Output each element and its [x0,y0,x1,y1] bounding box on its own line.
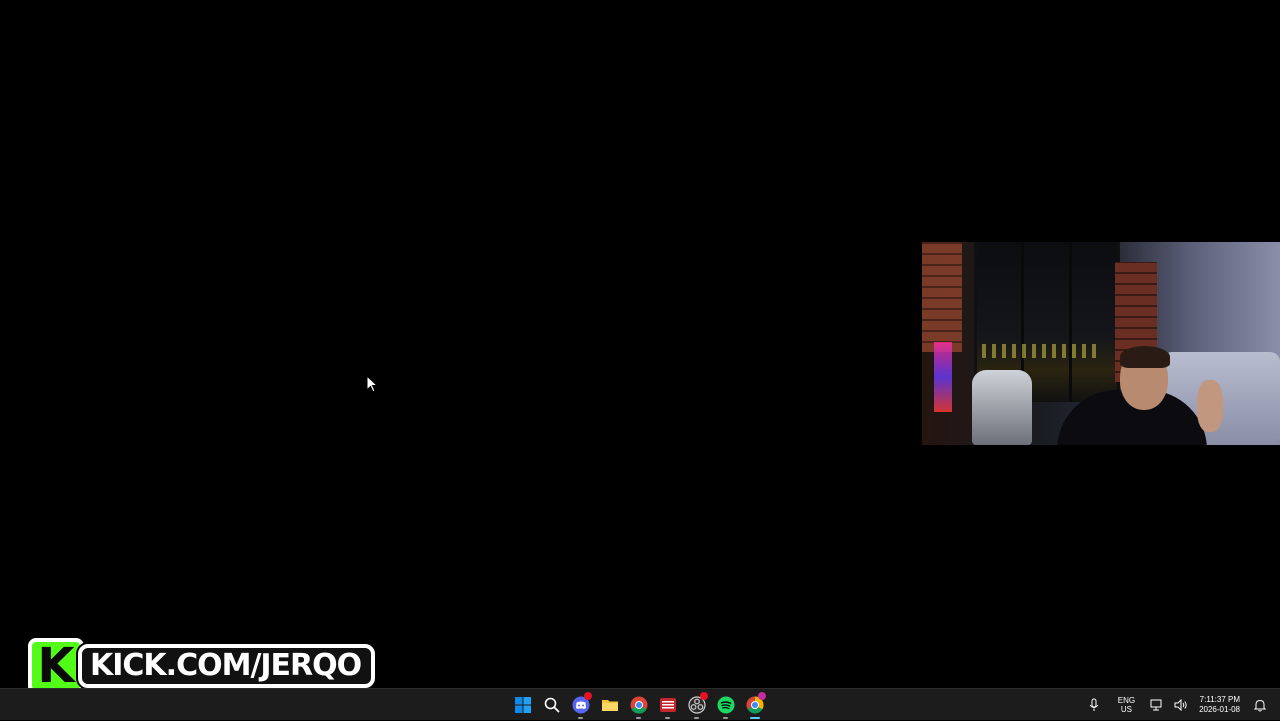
language-code: ENG [1117,696,1136,705]
obs-button[interactable] [682,689,711,721]
system-tray: ENG US 7:11:37 PM 2026-01-08 [1082,689,1272,721]
kick-channel-overlay: K KICK.COM/JERQO [28,636,376,696]
stream-deck-icon [659,698,676,712]
notification-bell-icon [1254,699,1266,711]
volume-icon [1174,699,1187,711]
chrome-profile-button[interactable] [740,689,769,721]
clock-date: 2026-01-08 [1199,705,1240,714]
brick-wall-left [922,242,962,352]
file-explorer-button[interactable] [595,689,624,721]
spotify-button[interactable] [711,689,740,721]
taskbar-apps [508,689,769,721]
streamer-hair [1120,346,1170,368]
windows-start-icon [514,697,531,713]
search-icon [544,697,560,713]
volume-button[interactable] [1173,697,1189,713]
streamer-hand [1197,380,1223,432]
city-lights [982,344,1102,358]
gaming-chair [972,370,1032,445]
clock-time: 7:11:37 PM [1199,695,1240,704]
start-button[interactable] [508,689,537,721]
microphone-button[interactable] [1086,697,1102,713]
chrome-profile-badge [758,692,766,700]
mouse-cursor-icon [366,375,378,393]
stream-deck-button[interactable] [653,689,682,721]
discord-button[interactable] [566,689,595,721]
kick-logo-icon: K [28,638,84,694]
network-button[interactable] [1149,697,1165,713]
language-region: US [1120,705,1132,714]
kick-channel-url: KICK.COM/JERQO [78,644,376,688]
network-icon [1150,699,1162,711]
webcam-overlay [922,242,1280,445]
folder-icon [601,700,618,711]
desktop[interactable] [0,0,1280,688]
language-indicator[interactable]: ENG US [1118,696,1135,714]
obs-badge [700,692,708,700]
taskbar: ENG US 7:11:37 PM 2026-01-08 [0,688,1280,720]
notifications-button[interactable] [1252,697,1268,713]
microphone-icon [1089,698,1099,711]
clock[interactable]: 7:11:37 PM 2026-01-08 [1199,695,1240,715]
discord-badge [584,692,592,700]
search-button[interactable] [537,689,566,721]
spotify-icon [717,696,734,714]
pc-rgb-lights [934,342,952,412]
chrome-icon [630,696,647,714]
chrome-button[interactable] [624,689,653,721]
